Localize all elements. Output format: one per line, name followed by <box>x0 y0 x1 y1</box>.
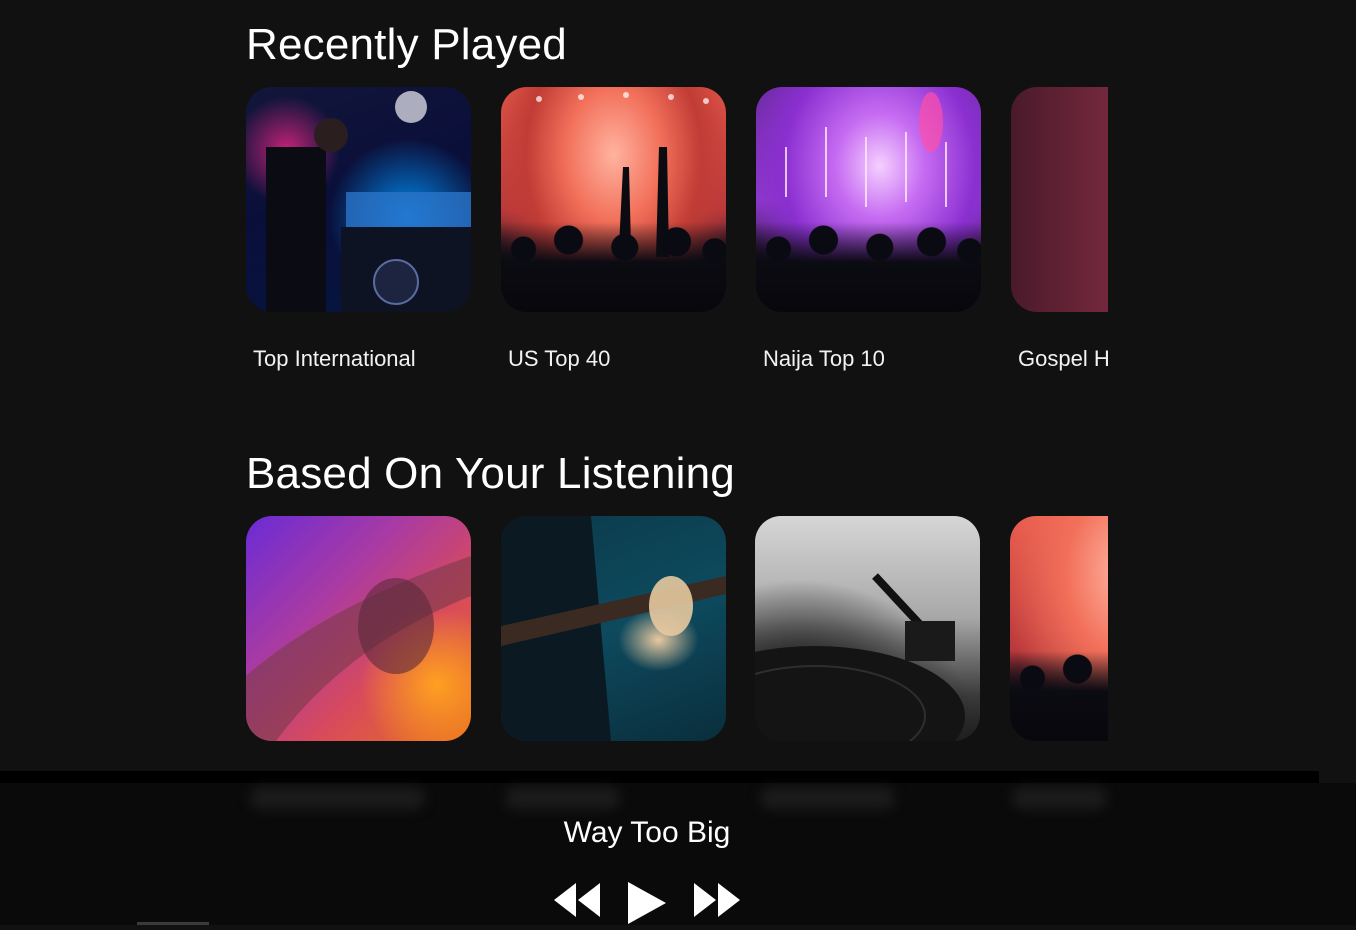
recently-played-row: Top International US Top 40 Naija Top 10… <box>246 87 1108 437</box>
crowd-silhouette <box>1010 651 1108 741</box>
reflection-shadow <box>760 787 895 809</box>
recommendation-card[interactable] <box>501 516 726 741</box>
now-playing-title: Way Too Big <box>563 816 731 849</box>
player-bar: Way Too Big <box>0 783 1356 925</box>
playlist-card-us-top-40[interactable]: US Top 40 <box>501 87 726 371</box>
playlist-card-top-international[interactable]: Top International <box>246 87 471 371</box>
playlist-card-gospel[interactable]: Gospel H <box>1011 87 1108 371</box>
playlist-label[interactable]: Gospel H <box>1018 346 1108 372</box>
play-icon[interactable] <box>626 881 668 930</box>
playlist-card-naija-top-10[interactable]: Naija Top 10 <box>756 87 981 371</box>
vinyl-turntable-artwork[interactable] <box>755 516 980 741</box>
recently-played-heading: Recently Played <box>246 20 567 69</box>
fast-forward-icon[interactable] <box>693 881 741 924</box>
reflection-shadow <box>250 787 425 809</box>
rewind-icon[interactable] <box>553 881 601 924</box>
playlist-label[interactable]: Naija Top 10 <box>763 346 885 372</box>
based-on-listening-row <box>246 516 1108 756</box>
fireworks-concert-artwork[interactable] <box>756 87 981 312</box>
concert-crowd-artwork[interactable] <box>1010 516 1108 741</box>
crowd-silhouette <box>501 222 726 312</box>
recommendation-card[interactable] <box>755 516 980 741</box>
electric-guitar-artwork[interactable] <box>246 516 471 741</box>
reflection-shadow <box>505 787 620 809</box>
based-on-listening-heading: Based On Your Listening <box>246 449 735 498</box>
playback-controls <box>553 881 741 925</box>
dj-mixing-artwork[interactable] <box>246 87 471 312</box>
playlist-label[interactable]: Top International <box>253 346 416 372</box>
recommendation-card[interactable] <box>1010 516 1108 741</box>
playlist-label[interactable]: US Top 40 <box>508 346 610 372</box>
crowd-silhouette <box>756 222 981 312</box>
concert-crowd-artwork[interactable] <box>501 87 726 312</box>
recommendation-card[interactable] <box>246 516 471 741</box>
reflection-shadow <box>1012 787 1107 809</box>
microphone-artwork[interactable] <box>1011 87 1108 312</box>
player-divider <box>0 771 1319 783</box>
acoustic-guitar-artwork[interactable] <box>501 516 726 741</box>
